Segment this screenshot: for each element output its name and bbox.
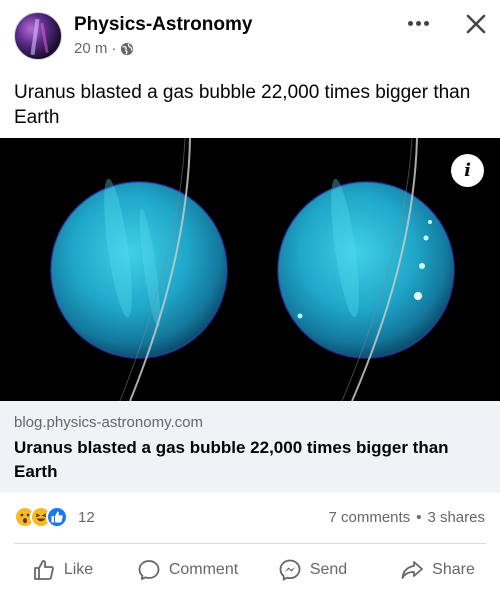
like-label: Like	[63, 561, 94, 578]
meta-separator: ·	[111, 40, 117, 57]
link-preview[interactable]: blog.physics-astronomy.com Uranus blaste…	[0, 401, 500, 493]
action-bar: Like Comment Send Share	[0, 548, 500, 592]
post-text: Uranus blasted a gas bubble 22,000 times…	[14, 82, 471, 128]
comment-bubble-icon	[138, 560, 160, 580]
page-avatar[interactable]	[14, 12, 62, 60]
like-button[interactable]: Like	[0, 548, 125, 592]
post-time[interactable]: 20 m	[74, 40, 107, 57]
divider	[14, 543, 486, 544]
reaction-icons[interactable]	[14, 506, 68, 530]
share-arrow-icon	[401, 561, 424, 579]
messenger-icon	[279, 559, 301, 582]
send-button[interactable]: Send	[250, 548, 375, 592]
thumbs-up-icon	[33, 560, 54, 580]
shares-count[interactable]: 3 shares	[427, 509, 485, 526]
post-meta: 20 m ·	[74, 40, 134, 57]
comment-label: Comment	[168, 561, 239, 578]
close-icon[interactable]	[462, 10, 490, 38]
page-name[interactable]: Physics-Astronomy	[74, 14, 252, 36]
link-domain: blog.physics-astronomy.com	[14, 414, 203, 431]
share-button[interactable]: Share	[375, 548, 500, 592]
like-reaction-icon	[46, 506, 68, 528]
link-title: Uranus blasted a gas bubble 22,000 times…	[14, 438, 449, 481]
globe-icon	[121, 42, 134, 55]
uranus-image	[0, 138, 500, 401]
send-label: Send	[309, 561, 348, 578]
post-image[interactable]	[0, 138, 500, 401]
reaction-count[interactable]: 12	[78, 509, 95, 526]
post-stats: 7 comments • 3 shares	[328, 509, 485, 526]
comment-button[interactable]: Comment	[125, 548, 250, 592]
info-label: i	[464, 160, 471, 181]
post-header: Physics-Astronomy 20 m ·	[0, 0, 500, 70]
engagement-row: 12 7 comments • 3 shares	[0, 500, 500, 536]
info-icon[interactable]: i	[451, 154, 484, 187]
stats-dot: •	[416, 509, 422, 526]
comments-count[interactable]: 7 comments	[328, 509, 410, 526]
share-label: Share	[432, 561, 475, 578]
more-options-icon[interactable]	[402, 12, 434, 34]
